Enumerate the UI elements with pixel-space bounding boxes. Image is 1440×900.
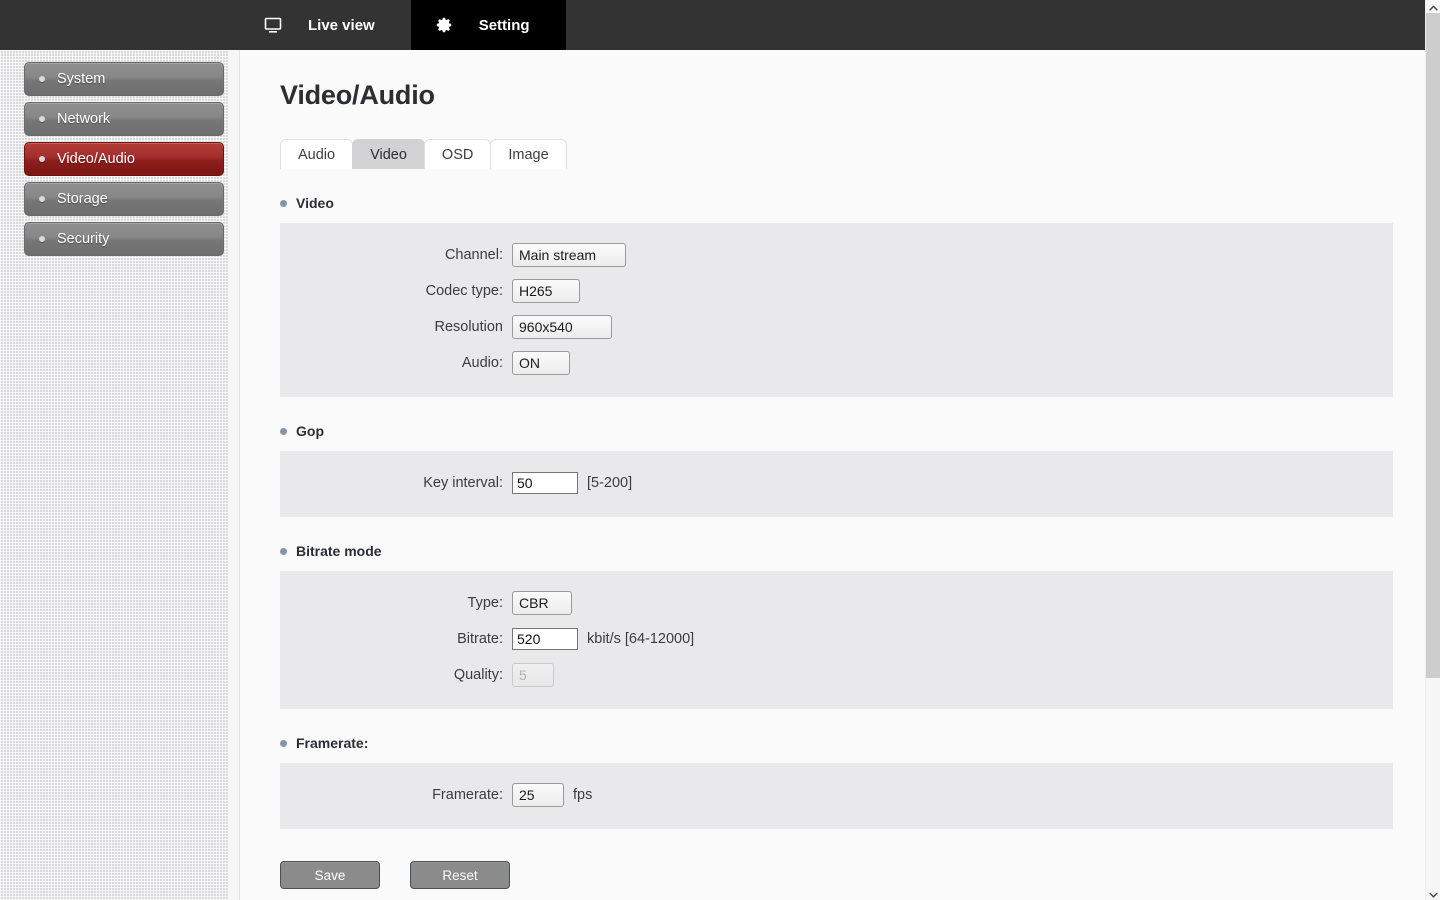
section-gop: Gop Key interval: [5-200] — [280, 423, 1425, 517]
nav-item-live-view[interactable]: Live view — [240, 0, 411, 50]
bitrate-hint: kbit/s [64-12000] — [587, 631, 695, 647]
sidebar-item-storage[interactable]: Storage — [24, 182, 224, 216]
bullet-icon — [39, 196, 45, 202]
section-framerate: Framerate: Framerate: 25 fps — [280, 735, 1425, 829]
resolution-select[interactable]: 960x540 — [512, 315, 612, 339]
scroll-down-button[interactable] — [1426, 887, 1440, 900]
channel-label: Channel: — [444, 247, 503, 263]
sidebar-item-video-audio[interactable]: Video/Audio — [24, 142, 224, 176]
field-row-bitrate: Bitrate: kbit/s [64-12000] — [280, 621, 1393, 657]
field-row-quality: Quality: 5 — [280, 657, 1393, 693]
section-bitrate-mode: Bitrate mode Type: CBR Bitrate: kbit/s [… — [280, 543, 1425, 709]
section-bitrate-mode-header: Bitrate mode — [280, 543, 1425, 559]
section-gop-body: Key interval: [5-200] — [280, 451, 1393, 517]
section-framerate-body: Framerate: 25 fps — [280, 763, 1393, 829]
audio-select[interactable]: ON — [512, 351, 570, 375]
bullet-icon — [280, 547, 287, 555]
field-row-audio: Audio: ON — [280, 345, 1393, 381]
codec-type-select[interactable]: H265 — [512, 279, 580, 303]
chevron-down-icon — [1429, 885, 1438, 900]
scroll-up-button[interactable] — [1426, 0, 1440, 13]
key-interval-input[interactable] — [512, 472, 578, 494]
nav-left-spacer — [0, 0, 240, 50]
section-bitrate-mode-body: Type: CBR Bitrate: kbit/s [64-12000] Qua… — [280, 571, 1393, 709]
codec-type-label: Codec type: — [425, 283, 503, 299]
bitrate-label: Bitrate: — [457, 631, 503, 647]
framerate-unit: fps — [573, 787, 593, 803]
sidebar-item-label: Storage — [57, 191, 108, 207]
form-actions: Save Reset — [280, 861, 1425, 889]
nav-item-setting-label: Setting — [478, 16, 530, 34]
field-row-framerate: Framerate: 25 fps — [280, 777, 1393, 813]
vertical-scrollbar[interactable] — [1425, 0, 1440, 900]
bullet-icon — [280, 739, 287, 747]
tab-osd[interactable]: OSD — [423, 139, 492, 169]
section-gop-header: Gop — [280, 423, 1425, 439]
key-interval-label: Key interval: — [423, 475, 503, 491]
scrollbar-thumb[interactable] — [1426, 13, 1440, 678]
field-row-channel: Channel: Main stream — [280, 237, 1393, 273]
sidebar-item-label: System — [57, 71, 106, 87]
field-row-codec-type: Codec type: H265 — [280, 273, 1393, 309]
bullet-icon — [39, 76, 45, 82]
bullet-icon — [280, 427, 287, 435]
settings-content: Video/Audio Audio Video OSD Image Video … — [240, 50, 1425, 900]
sidebar-item-system[interactable]: System — [24, 62, 224, 96]
quality-select: 5 — [512, 663, 554, 687]
tab-image[interactable]: Image — [490, 139, 567, 169]
section-video-title: Video — [296, 195, 334, 211]
framerate-label: Framerate: — [432, 787, 503, 803]
sidebar-item-security[interactable]: Security — [24, 222, 224, 256]
browser-page: Live view Setting System Network Video/A… — [0, 0, 1440, 900]
key-interval-hint: [5-200] — [587, 475, 633, 491]
sidebar-item-label: Video/Audio — [57, 151, 135, 167]
gear-icon — [435, 16, 453, 34]
bitrate-type-select[interactable]: CBR — [512, 591, 572, 615]
field-row-bitrate-type: Type: CBR — [280, 585, 1393, 621]
tab-audio[interactable]: Audio — [280, 139, 354, 169]
framerate-select[interactable]: 25 — [512, 783, 564, 807]
field-row-key-interval: Key interval: [5-200] — [280, 465, 1393, 501]
nav-item-live-view-label: Live view — [308, 16, 375, 34]
quality-label: Quality: — [453, 667, 503, 683]
section-video: Video Channel: Main stream Codec type: H… — [280, 195, 1425, 397]
reset-button[interactable]: Reset — [410, 861, 510, 889]
sidebar: System Network Video/Audio Storage Secur… — [0, 50, 240, 900]
nav-item-setting[interactable]: Setting — [410, 0, 566, 50]
bullet-icon — [39, 156, 45, 162]
audio-label: Audio: — [461, 355, 503, 371]
field-row-resolution: Resolution 960x540 — [280, 309, 1393, 345]
bullet-icon — [39, 116, 45, 122]
sidebar-item-network[interactable]: Network — [24, 102, 224, 136]
tab-video[interactable]: Video — [352, 139, 425, 169]
top-navigation-bar: Live view Setting — [0, 0, 1425, 50]
sidebar-item-label: Network — [57, 111, 111, 127]
bullet-icon — [39, 236, 45, 242]
bitrate-input[interactable] — [512, 628, 578, 650]
section-bitrate-mode-title: Bitrate mode — [296, 543, 382, 559]
monitor-icon — [264, 16, 282, 34]
tab-bar: Audio Video OSD Image — [280, 139, 1425, 169]
section-video-header: Video — [280, 195, 1425, 211]
page-title: Video/Audio — [280, 80, 435, 110]
bullet-icon — [280, 199, 287, 207]
channel-select[interactable]: Main stream — [512, 243, 626, 267]
save-button[interactable]: Save — [280, 861, 380, 889]
sidebar-item-label: Security — [57, 231, 110, 247]
resolution-label: Resolution — [434, 319, 503, 335]
section-framerate-header: Framerate: — [280, 735, 1425, 751]
bitrate-type-label: Type: — [467, 595, 503, 611]
section-video-body: Channel: Main stream Codec type: H265 Re… — [280, 223, 1393, 397]
section-gop-title: Gop — [296, 423, 324, 439]
section-framerate-title: Framerate: — [296, 735, 369, 751]
